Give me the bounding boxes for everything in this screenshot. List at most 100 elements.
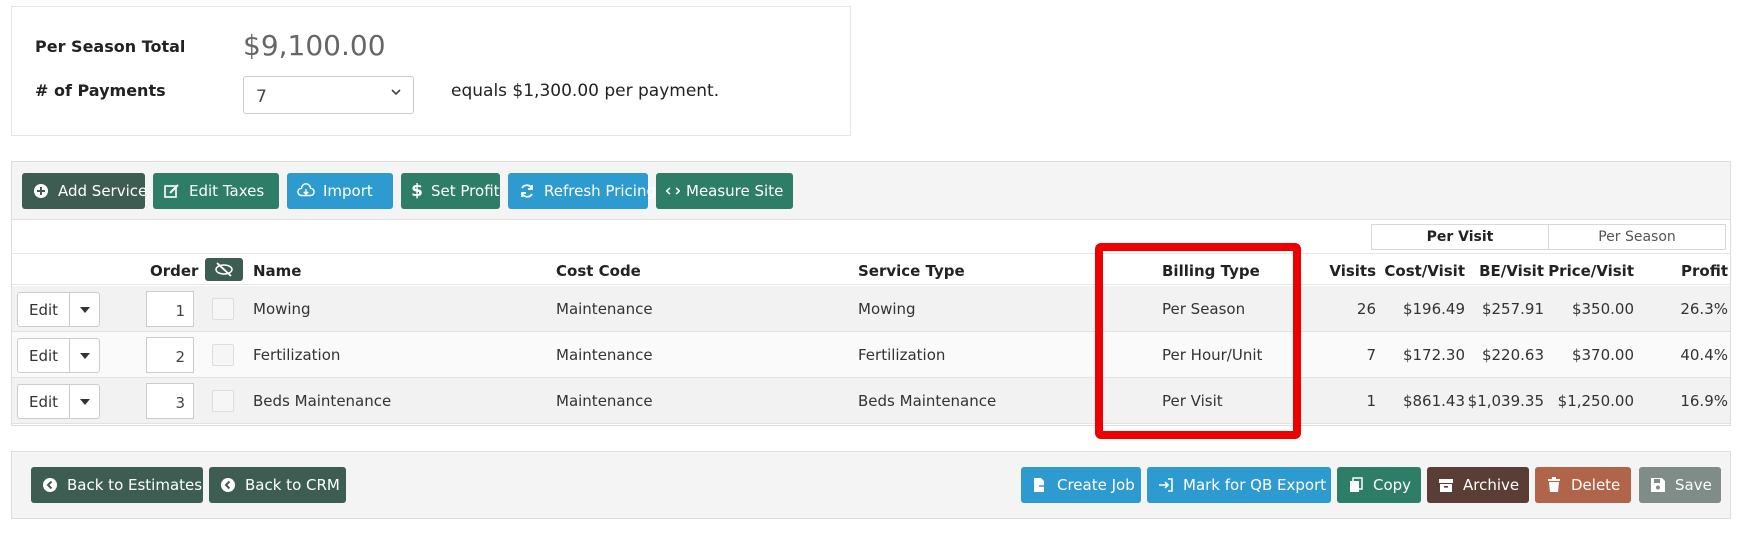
cost-code: Maintenance [556,346,653,364]
cost-code: Maintenance [556,300,653,318]
per-visit-toggle[interactable]: Per Visit [1371,224,1549,250]
edit-dropdown-group: Edit [17,384,100,419]
profit: 16.9% [1680,392,1728,410]
edit-menu-toggle[interactable] [70,293,99,326]
price-per-visit: $1,250.00 [1557,392,1634,410]
price-per-visit: $350.00 [1571,300,1634,318]
col-billing-type[interactable]: Billing Type [1162,262,1260,280]
service-type: Mowing [858,300,916,318]
copy-button[interactable]: Copy [1337,467,1421,503]
payments-selected-value: 7 [256,87,267,107]
cloud-download-icon [297,183,315,197]
billing-type: Per Season [1162,300,1246,318]
services-table: Per Visit Per Season Order Name Cost Cod… [12,219,1730,425]
row-checkbox[interactable] [212,298,234,320]
per-payment-text: equals $1,300.00 per payment. [451,81,720,101]
measure-site-button[interactable]: Measure Site [656,173,793,209]
col-cost-code[interactable]: Cost Code [556,262,641,280]
col-service-type[interactable]: Service Type [858,262,965,280]
table-row: Edit 2 Fertilization Maintenance Fertili… [12,332,1730,378]
table-row: Edit 1 Mowing Maintenance Mowing Per Sea… [12,286,1730,332]
per-season-total-label: Per Season Total [35,37,186,56]
visits: 26 [1356,300,1376,318]
row-checkbox[interactable] [212,390,234,412]
service-name: Beds Maintenance [253,392,392,410]
service-type: Fertilization [858,346,946,364]
service-name: Fertilization [253,346,341,364]
archive-button[interactable]: Archive [1427,467,1529,503]
service-type: Beds Maintenance [858,392,997,410]
col-visits[interactable]: Visits [1329,262,1376,280]
chevron-left-circle-icon [43,478,57,492]
billing-type: Per Visit [1162,392,1223,410]
edit-taxes-button[interactable]: Edit Taxes [153,173,279,209]
arrows-horizontal-icon [666,187,680,195]
order-input[interactable]: 1 [146,291,194,327]
col-order[interactable]: Order [150,262,198,280]
table-row: Edit 3 Beds Maintenance Maintenance Beds… [12,378,1730,424]
table-header-row: Order Name Cost Code Service Type Billin… [12,253,1730,285]
delete-button[interactable]: Delete [1535,467,1631,503]
payments-label: # of Payments [35,81,166,100]
add-service-button[interactable]: Add Service [22,173,147,209]
file-export-icon [1034,478,1049,492]
profit: 26.3% [1680,300,1728,318]
edit-dropdown-group: Edit [17,292,100,327]
mark-for-qb-export-button[interactable]: Mark for QB Export [1147,467,1331,503]
col-profit[interactable]: Profit [1681,262,1728,280]
visits: 7 [1366,346,1376,364]
eye-slash-icon [215,262,233,277]
payments-select[interactable]: 7 [243,76,414,114]
col-price-visit[interactable]: Price/Visit [1548,262,1634,280]
footer-action-bar: Back to Estimates Back to CRM Create Job… [11,451,1731,519]
payment-summary-panel: Per Season Total $9,100.00 # of Payments… [11,6,851,136]
refresh-icon [521,184,533,198]
visits: 1 [1366,392,1376,410]
refresh-pricing-button[interactable]: Refresh Pricing [508,173,656,209]
edit-icon [164,184,179,198]
copy-icon [1350,477,1363,492]
be-per-visit: $257.91 [1481,300,1544,318]
plus-circle-icon [34,184,48,198]
save-button[interactable]: Save [1639,467,1721,503]
order-input[interactable]: 2 [146,337,194,373]
edit-menu-toggle[interactable] [70,339,99,372]
trash-icon [1548,477,1560,492]
col-be-visit[interactable]: BE/Visit [1479,262,1544,280]
floppy-disk-icon [1651,478,1665,492]
hide-columns-button[interactable] [205,258,243,281]
col-cost-visit[interactable]: Cost/Visit [1384,262,1465,280]
back-to-estimates-button[interactable]: Back to Estimates [31,467,203,503]
cost-per-visit: $172.30 [1402,346,1465,364]
chevron-down-icon [391,89,401,96]
archive-icon [1439,479,1453,492]
edit-button[interactable]: Edit [18,385,70,418]
import-button[interactable]: Import [287,173,393,209]
create-job-button[interactable]: Create Job [1021,467,1141,503]
col-name[interactable]: Name [253,262,301,280]
billing-type: Per Hour/Unit [1162,346,1263,364]
row-checkbox[interactable] [212,344,234,366]
be-per-visit: $1,039.35 [1467,392,1544,410]
cost-code: Maintenance [556,392,653,410]
chevron-left-circle-icon [221,478,235,492]
set-profit-button[interactable]: $ Set Profit [401,173,500,209]
caret-down-icon [79,306,90,313]
order-input[interactable]: 3 [146,383,194,419]
edit-dropdown-group: Edit [17,338,100,373]
per-season-toggle[interactable]: Per Season [1548,224,1726,250]
profit: 40.4% [1680,346,1728,364]
edit-menu-toggle[interactable] [70,385,99,418]
price-per-visit: $370.00 [1571,346,1634,364]
edit-button[interactable]: Edit [18,293,70,326]
services-panel: Add Service Edit Taxes Import $ Set Prof… [11,161,1731,426]
edit-button[interactable]: Edit [18,339,70,372]
back-to-crm-button[interactable]: Back to CRM [209,467,346,503]
be-per-visit: $220.63 [1481,346,1544,364]
sign-in-icon [1159,478,1173,492]
dollar-icon: $ [411,181,423,201]
caret-down-icon [79,398,90,405]
cost-per-visit: $861.43 [1402,392,1465,410]
service-name: Mowing [253,300,311,318]
cost-per-visit: $196.49 [1402,300,1465,318]
